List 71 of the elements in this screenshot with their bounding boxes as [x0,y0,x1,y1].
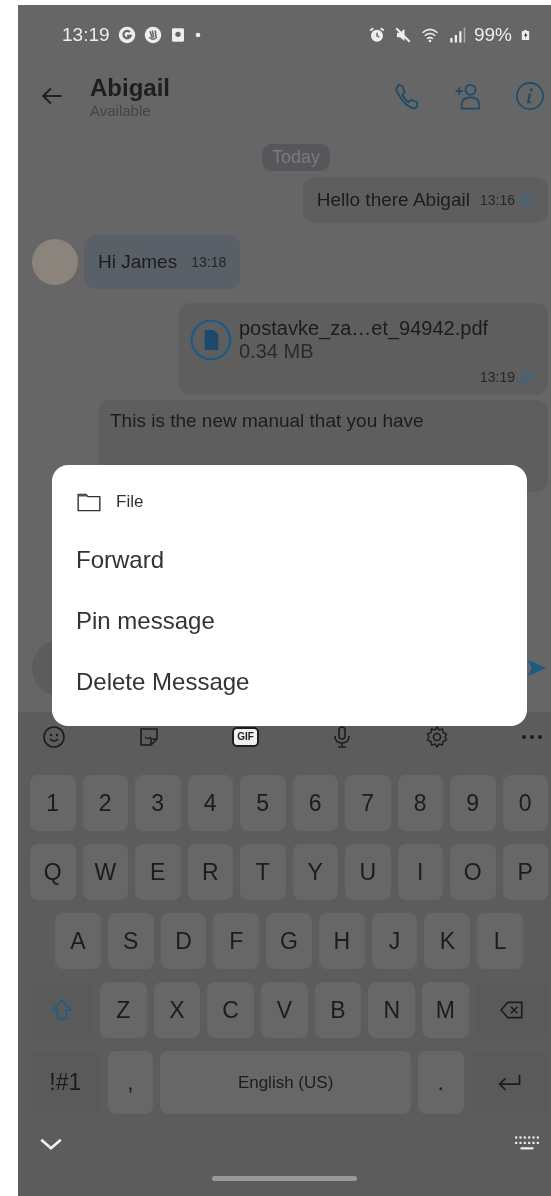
key[interactable]: Y [292,844,338,900]
key[interactable]: 3 [135,775,181,831]
key[interactable]: K [424,913,471,969]
key[interactable]: 7 [345,775,391,831]
key[interactable]: C [207,982,254,1038]
settings-icon[interactable] [424,725,449,749]
key[interactable]: V [261,982,308,1038]
key[interactable]: , [107,1051,154,1114]
message-text: Hi James [98,251,178,273]
key[interactable]: L [477,913,524,969]
smiley-icon[interactable] [42,725,66,749]
hand-circle-icon [143,26,162,44]
key[interactable]: W [82,844,128,900]
key[interactable]: J [371,913,418,969]
key[interactable]: . [417,1051,464,1114]
document-icon[interactable] [189,318,233,362]
key[interactable]: 9 [450,775,496,831]
key[interactable]: X [153,982,201,1038]
muted-speaker-icon [393,26,412,44]
key[interactable]: M [422,982,469,1038]
key[interactable]: 4 [187,775,233,831]
key[interactable]: E [135,844,181,900]
signal-bars-icon [447,26,466,44]
alarm-icon [367,26,386,44]
g-circle-icon [117,26,136,44]
info-icon[interactable] [515,81,545,111]
key[interactable]: T [240,844,286,900]
file-name: postavke_za…et_94942.pdf [239,317,490,340]
menu-item[interactable]: Pin message [52,590,527,651]
avatar-circle [32,239,78,285]
key[interactable]: 2 [82,775,128,831]
clock-time: 13:19 [62,24,110,46]
contact-name: Abigail [90,73,171,102]
double-check-icon [518,193,534,207]
key[interactable]: U [345,844,391,900]
key[interactable]: G [266,913,312,969]
send-icon[interactable] [526,657,548,679]
message-text: This is the new manual that you have [110,410,424,431]
wifi-icon [419,26,440,44]
key[interactable]: A [55,913,101,969]
key[interactable]: D [160,913,207,969]
gif-button[interactable]: GIF [232,727,259,747]
key[interactable]: 8 [397,775,443,831]
key[interactable]: 5 [240,775,286,831]
key[interactable]: F [213,913,260,969]
menu-item[interactable]: Forward [52,529,527,590]
key[interactable]: B [314,982,362,1038]
key[interactable]: 1 [30,775,76,831]
add-person-icon[interactable] [453,81,483,111]
key[interactable]: N [368,982,416,1038]
key[interactable]: H [318,913,365,969]
menu-item[interactable]: Delete Message [52,651,527,712]
key[interactable]: P [502,844,548,900]
square-app-icon [169,26,186,44]
message-time: 13:16 [479,192,515,208]
message-time: 13:19 [479,369,515,385]
menu-section-title: File [116,492,144,512]
key[interactable]: 0 [502,775,548,831]
space-bar[interactable]: English (US) [160,1051,411,1114]
key[interactable]: Q [30,844,76,900]
key[interactable]: S [107,913,154,969]
key[interactable]: 6 [292,775,338,831]
key[interactable]: Z [100,982,147,1038]
key[interactable]: R [187,844,233,900]
double-check-icon [518,370,534,384]
key[interactable]: I [397,844,443,900]
dot-icon [193,31,202,39]
battery-percent: 99% [473,24,512,46]
message-time: 13:18 [191,254,227,270]
key[interactable]: O [450,844,496,900]
message-text: Hello there Abigail [316,189,470,211]
